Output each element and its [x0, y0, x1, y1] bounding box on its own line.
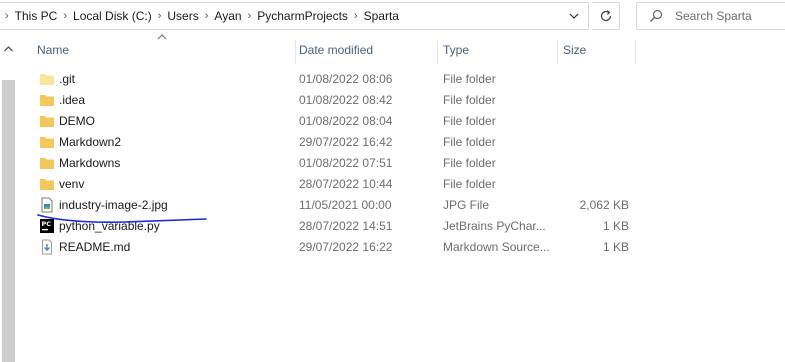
search-input[interactable] [675, 7, 785, 25]
breadcrumb: › This PC › Local Disk (C:) › Users › Ay… [0, 3, 399, 29]
file-date: 28/07/2022 14:51 [299, 219, 393, 233]
file-type: File folder [443, 177, 496, 191]
file-name: .idea [59, 93, 86, 107]
column-divider[interactable] [557, 40, 558, 64]
file-name: DEMO [59, 114, 95, 128]
column-header-size[interactable]: Size [559, 36, 635, 64]
file-row-git[interactable]: .git 01/08/2022 08:06 File folder [17, 69, 637, 90]
column-divider[interactable] [437, 40, 438, 64]
file-size [557, 132, 629, 153]
file-row-readme[interactable]: README.md 29/07/2022 16:22 Markdown Sour… [17, 237, 637, 258]
file-date: 01/08/2022 07:51 [299, 156, 393, 170]
file-type: File folder [443, 114, 496, 128]
refresh-button[interactable] [592, 2, 620, 30]
folder-icon [40, 158, 54, 169]
file-date: 29/07/2022 16:22 [299, 240, 393, 254]
image-file-icon [41, 197, 53, 213]
chevron-up-icon [4, 45, 13, 51]
breadcrumb-separator-icon[interactable]: › [242, 3, 258, 29]
file-size [557, 174, 629, 195]
column-header-name[interactable]: Name [33, 36, 295, 64]
file-row-idea[interactable]: .idea 01/08/2022 08:42 File folder [17, 90, 637, 111]
file-date: 29/07/2022 16:42 [299, 135, 393, 149]
toolbar: › This PC › Local Disk (C:) › Users › Ay… [0, 0, 785, 33]
file-name: venv [59, 177, 85, 191]
scrollbar-thumb[interactable] [2, 80, 15, 362]
breadcrumb-separator-icon[interactable]: › [57, 3, 73, 29]
column-divider[interactable] [635, 40, 636, 64]
breadcrumb-separator-icon[interactable]: › [152, 3, 168, 29]
breadcrumb-users[interactable]: Users [167, 3, 198, 29]
file-date: 01/08/2022 08:06 [299, 72, 393, 86]
breadcrumb-separator-icon[interactable]: › [199, 3, 215, 29]
file-type: File folder [443, 156, 496, 170]
pen-underline-annotation [37, 214, 207, 223]
folder-icon [40, 116, 54, 127]
breadcrumb-pycharm-projects[interactable]: PycharmProjects [257, 3, 348, 29]
search-icon [650, 9, 663, 22]
search-box [636, 2, 785, 30]
breadcrumb-sparta[interactable]: Sparta [364, 3, 399, 29]
file-type: File folder [443, 135, 496, 149]
folder-icon [40, 179, 54, 190]
file-size: 1 KB [602, 240, 629, 254]
file-size [557, 69, 629, 90]
file-type: Markdown Source... [443, 240, 550, 254]
file-name: Markdown2 [59, 135, 122, 149]
refresh-icon [600, 10, 611, 22]
file-name: README.md [59, 240, 131, 254]
file-date: 01/08/2022 08:42 [299, 93, 393, 107]
column-header-type[interactable]: Type [439, 36, 557, 64]
file-name: .git [59, 72, 76, 86]
column-headers: Name Date modified Type Size [17, 34, 785, 64]
file-type: JPG File [443, 198, 490, 212]
file-row-markdowns[interactable]: Markdowns 01/08/2022 07:51 File folder [17, 153, 637, 174]
breadcrumb-separator-icon[interactable]: › [348, 3, 364, 29]
chevron-down-icon [569, 13, 579, 19]
file-size: 1 KB [602, 219, 629, 233]
file-type: File folder [443, 93, 496, 107]
file-type: File folder [443, 72, 496, 86]
column-header-date[interactable]: Date modified [295, 36, 437, 64]
file-size [557, 153, 629, 174]
scroll-up-button[interactable] [0, 40, 17, 57]
file-date: 01/08/2022 08:04 [299, 114, 393, 128]
file-date: 11/05/2021 00:00 [299, 198, 392, 212]
breadcrumb-separator-icon[interactable]: › [0, 3, 15, 29]
breadcrumb-ayan[interactable]: Ayan [214, 3, 241, 29]
folder-icon [40, 74, 54, 85]
file-size: 2,062 KB [579, 198, 629, 212]
file-size [557, 111, 629, 132]
file-name: Markdowns [59, 156, 121, 170]
file-date: 28/07/2022 10:44 [299, 177, 393, 191]
file-type: JetBrains PyChar... [443, 219, 546, 233]
file-size [557, 90, 629, 111]
address-bar[interactable]: › This PC › Local Disk (C:) › Users › Ay… [0, 2, 589, 30]
breadcrumb-this-pc[interactable]: This PC [15, 3, 58, 29]
address-history-button[interactable] [561, 3, 587, 29]
breadcrumb-local-disk[interactable]: Local Disk (C:) [73, 3, 152, 29]
folder-icon [40, 137, 54, 148]
file-row-demo[interactable]: DEMO 01/08/2022 08:04 File folder [17, 111, 637, 132]
file-row-markdown2[interactable]: Markdown2 29/07/2022 16:42 File folder [17, 132, 637, 153]
file-row-venv[interactable]: venv 28/07/2022 10:44 File folder [17, 174, 637, 195]
folder-icon [40, 95, 54, 106]
markdown-file-icon [42, 239, 52, 255]
